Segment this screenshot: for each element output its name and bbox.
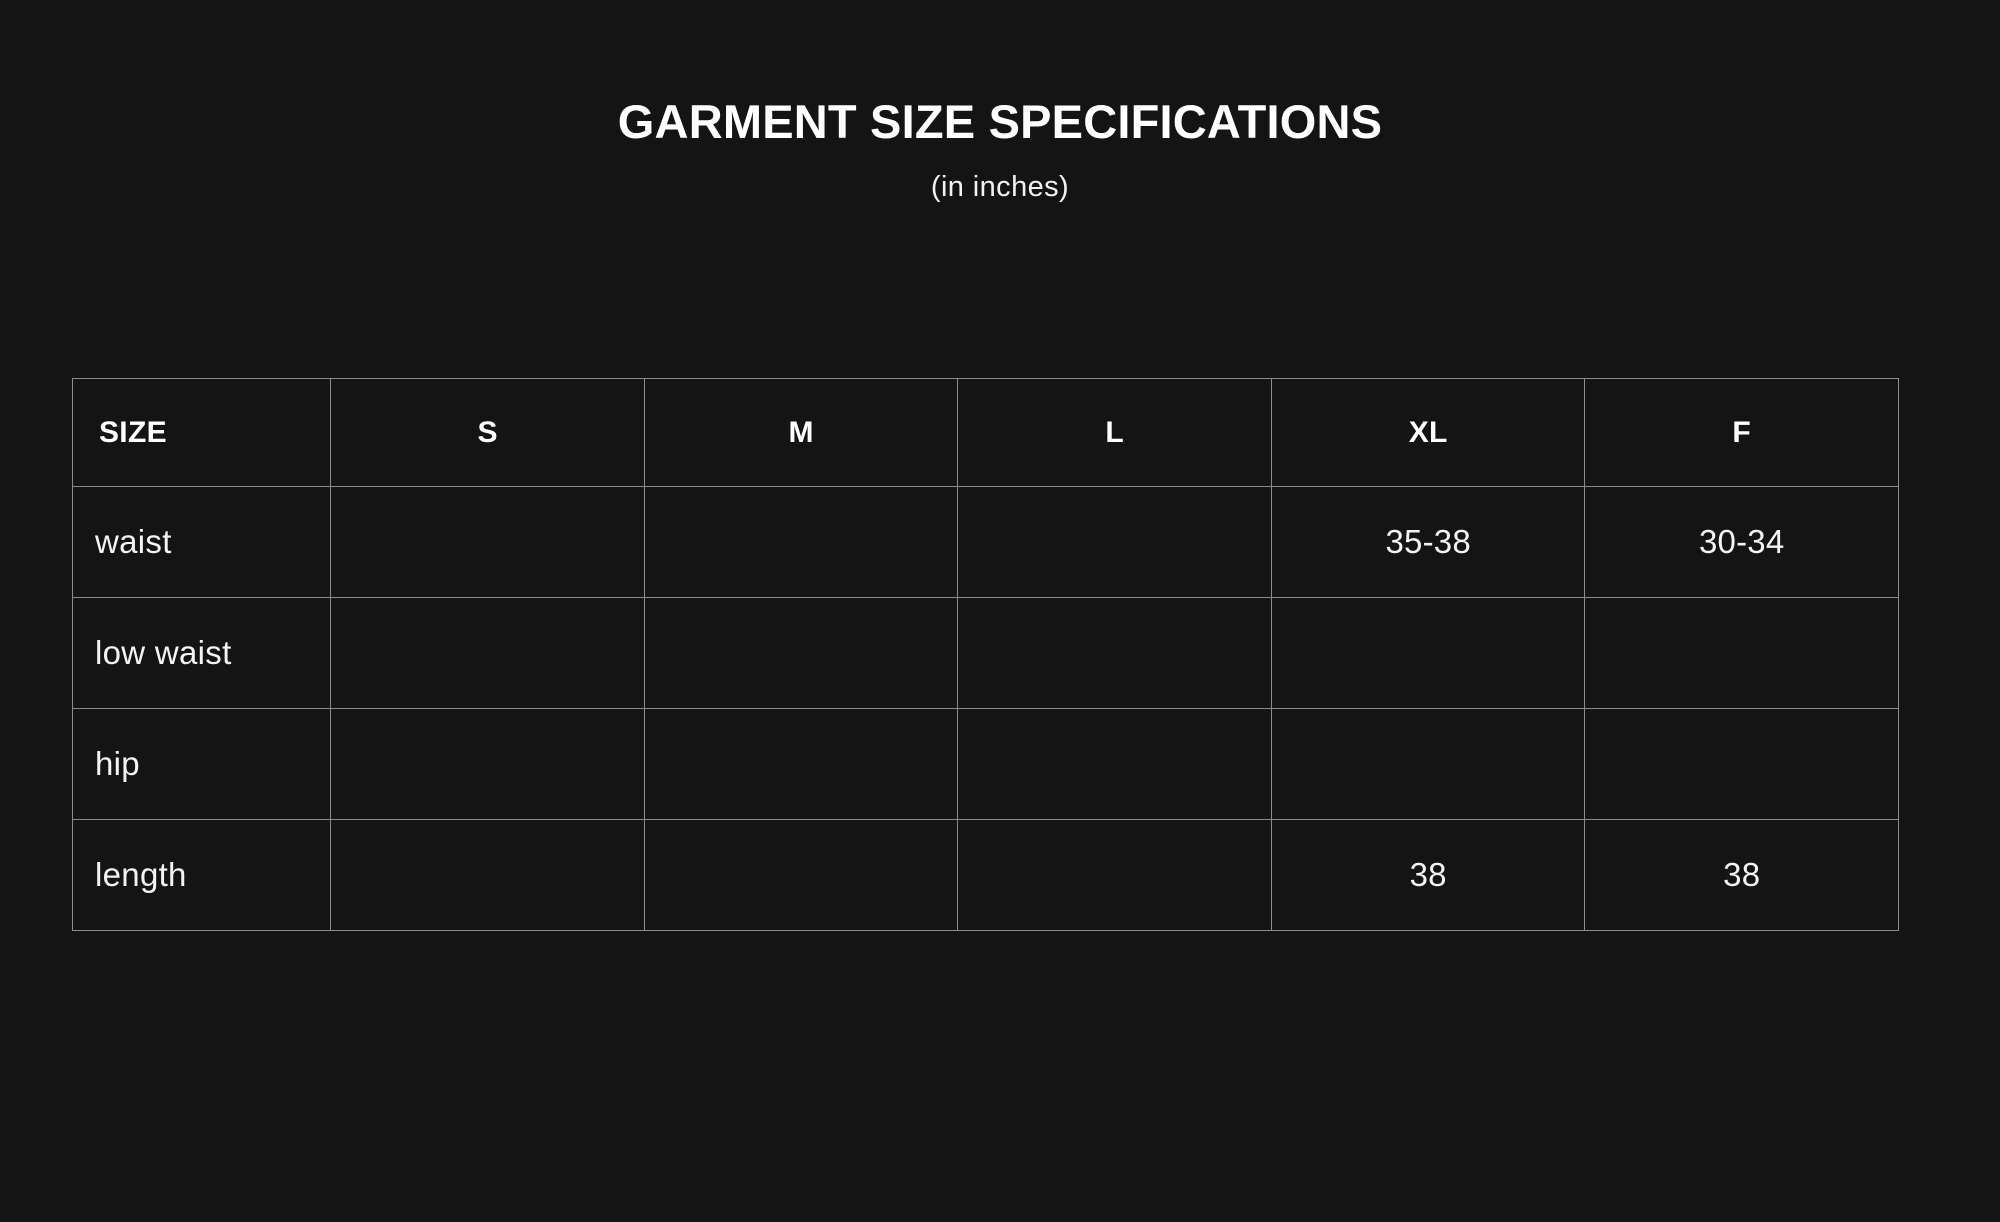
heading-block: GARMENT SIZE SPECIFICATIONS (in inches) <box>0 95 2000 204</box>
size-table-container: SIZE S M L XL F waist 35-38 30-34 low wa… <box>71 378 1899 931</box>
page-title: GARMENT SIZE SPECIFICATIONS <box>617 95 1383 148</box>
table-row: hip <box>71 708 1899 820</box>
table-row: length 38 38 <box>71 819 1899 931</box>
cell-hip-l <box>957 708 1272 820</box>
page-subtitle-units: (in inches) <box>930 170 1070 203</box>
cell-length-f: 38 <box>1584 819 1899 931</box>
table-header-row: SIZE S M L XL F <box>71 378 1899 487</box>
column-header-f: F <box>1584 378 1899 487</box>
row-label-waist: waist <box>71 486 332 598</box>
cell-waist-m <box>643 486 959 598</box>
cell-waist-l <box>957 486 1272 598</box>
cell-length-l <box>957 819 1272 931</box>
cell-hip-s <box>330 708 645 820</box>
column-header-size: SIZE <box>71 378 332 487</box>
cell-length-s <box>330 819 645 931</box>
cell-low-waist-f <box>1584 597 1899 709</box>
cell-hip-m <box>643 708 959 820</box>
cell-hip-f <box>1584 708 1899 820</box>
row-label-length: length <box>71 819 332 931</box>
cell-low-waist-l <box>957 597 1272 709</box>
column-header-xl: XL <box>1270 378 1586 487</box>
cell-low-waist-m <box>643 597 959 709</box>
column-header-s: S <box>330 378 645 487</box>
table-row: waist 35-38 30-34 <box>71 486 1899 598</box>
cell-waist-xl: 35-38 <box>1270 486 1586 598</box>
size-chart-page: GARMENT SIZE SPECIFICATIONS (in inches) … <box>0 0 2000 1222</box>
table-row: low waist <box>71 597 1899 709</box>
row-label-hip: hip <box>71 708 332 820</box>
column-header-m: M <box>643 378 959 487</box>
row-label-low-waist: low waist <box>71 597 332 709</box>
cell-hip-xl <box>1270 708 1586 820</box>
cell-length-m <box>643 819 959 931</box>
column-header-l: L <box>957 378 1272 487</box>
cell-waist-s <box>330 486 645 598</box>
cell-length-xl: 38 <box>1270 819 1586 931</box>
cell-low-waist-xl <box>1270 597 1586 709</box>
cell-low-waist-s <box>330 597 645 709</box>
cell-waist-f: 30-34 <box>1584 486 1899 598</box>
garment-size-table: SIZE S M L XL F waist 35-38 30-34 low wa… <box>71 378 1899 931</box>
